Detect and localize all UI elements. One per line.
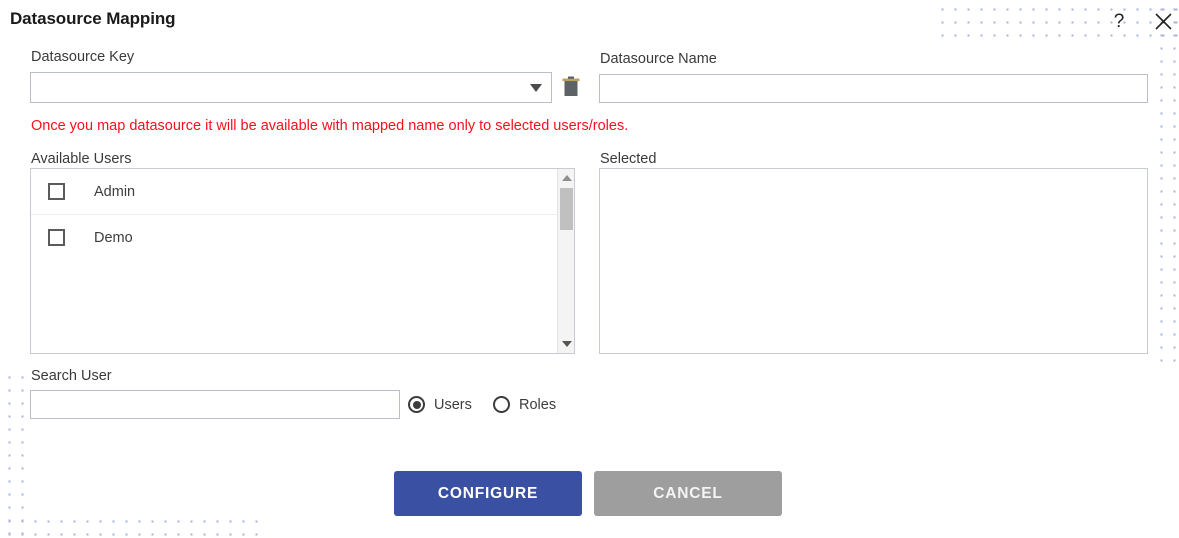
help-icon[interactable]: ?: [1107, 9, 1131, 33]
radio-users[interactable]: Users: [408, 396, 472, 413]
available-user-checkbox[interactable]: [48, 183, 65, 200]
search-user-label: Search User: [31, 368, 112, 384]
available-user-label: Demo: [94, 229, 133, 246]
available-user-label: Admin: [94, 183, 136, 200]
radio-roles-circle[interactable]: [493, 396, 510, 413]
mapping-warning-text: Once you map datasource it will be avail…: [31, 118, 629, 134]
available-users-listbox[interactable]: Admin Demo: [30, 168, 575, 354]
dot-pattern-top-right: [933, 0, 1179, 42]
trash-icon[interactable]: [562, 76, 580, 98]
close-icon[interactable]: [1151, 9, 1175, 33]
available-users-label: Available Users: [31, 151, 132, 167]
scrollbar-thumb[interactable]: [560, 188, 573, 230]
datasource-key-label: Datasource Key: [31, 49, 135, 65]
dot-pattern-left-edge: [0, 368, 31, 538]
radio-roles[interactable]: Roles: [493, 396, 556, 413]
datasource-key-dropdown[interactable]: [30, 72, 552, 103]
datasource-name-input[interactable]: [599, 74, 1148, 103]
radio-roles-dot: [498, 401, 506, 409]
radio-users-dot: [412, 400, 421, 409]
cancel-button[interactable]: CANCEL: [594, 471, 782, 516]
chevron-down-icon: [530, 84, 542, 92]
dialog-title: Datasource Mapping: [10, 9, 176, 28]
datasource-name-label: Datasource Name: [600, 51, 717, 67]
dot-pattern-bottom: [0, 512, 262, 538]
arrow-down-icon[interactable]: [558, 337, 574, 351]
list-item[interactable]: Admin: [31, 169, 557, 215]
available-user-checkbox[interactable]: [48, 229, 65, 246]
list-item[interactable]: Demo: [31, 215, 557, 260]
configure-button[interactable]: CONFIGURE: [394, 471, 582, 516]
selected-listbox[interactable]: [599, 168, 1148, 354]
available-users-rows: Admin Demo: [31, 169, 557, 353]
selected-rows: [600, 169, 1147, 353]
radio-roles-label[interactable]: Roles: [519, 397, 556, 413]
available-users-scrollbar[interactable]: [557, 169, 574, 353]
dot-pattern-right-edge: [1152, 0, 1179, 362]
search-user-input[interactable]: [30, 390, 400, 419]
radio-users-circle[interactable]: [408, 396, 425, 413]
arrow-up-icon[interactable]: [558, 171, 574, 185]
selected-label: Selected: [600, 151, 657, 167]
radio-users-label[interactable]: Users: [434, 397, 472, 413]
